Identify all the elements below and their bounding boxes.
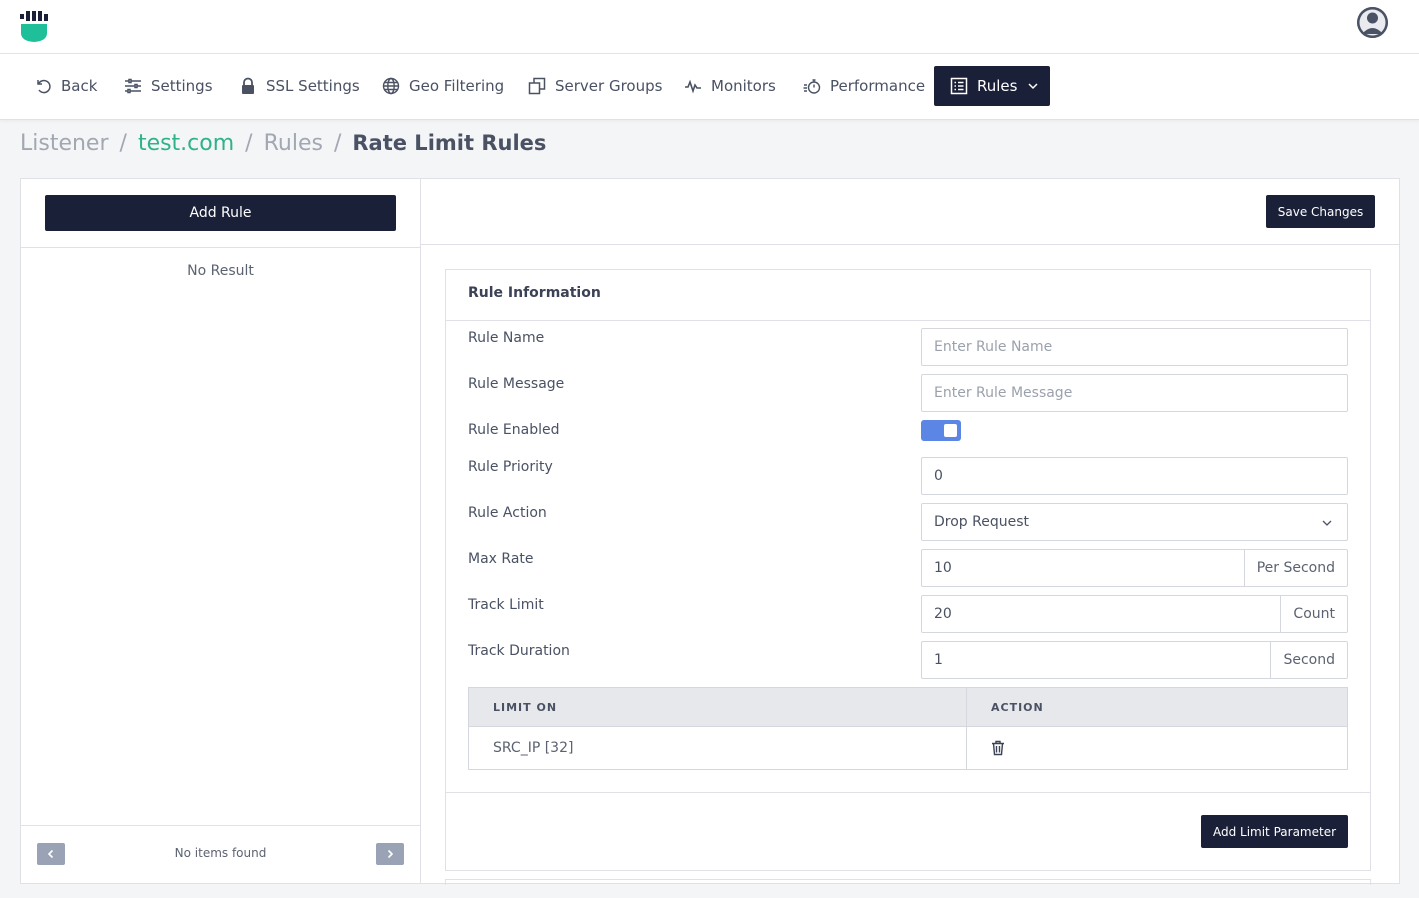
toggle-knob <box>944 424 957 437</box>
nav-ssl-settings-label: SSL Settings <box>266 77 360 95</box>
track-duration-input[interactable]: 1 <box>922 642 1270 678</box>
track-limit-group: 20 Count <box>921 595 1348 633</box>
nav-server-groups-label: Server Groups <box>555 77 663 95</box>
rule-action-label: Rule Action <box>468 505 547 521</box>
editor-header: Save Changes <box>421 179 1399 245</box>
lock-icon <box>242 77 254 94</box>
nav-monitors[interactable]: Monitors <box>684 66 776 106</box>
chevron-left-icon <box>47 849 54 859</box>
max-rate-unit: Per Second <box>1243 550 1347 586</box>
nav-rules[interactable]: Rules <box>934 66 1050 106</box>
rule-name-input[interactable]: Enter Rule Name <box>921 328 1348 366</box>
rule-information-card: Rule Information Rule Name Enter Rule Na… <box>445 269 1371 871</box>
max-rate-group: 10 Per Second <box>921 549 1348 587</box>
next-card-edge <box>445 879 1371 885</box>
track-duration-group: 1 Second <box>921 641 1348 679</box>
add-rule-button[interactable]: Add Rule <box>45 195 396 231</box>
track-limit-input[interactable]: 20 <box>922 596 1280 632</box>
breadcrumb-separator: / <box>119 131 127 156</box>
list-icon <box>950 77 968 95</box>
breadcrumb-rules[interactable]: Rules <box>264 131 323 156</box>
next-page-button[interactable] <box>376 843 404 865</box>
rule-name-label: Rule Name <box>468 330 545 346</box>
rule-enabled-toggle[interactable] <box>921 420 961 441</box>
sliders-icon <box>125 78 141 94</box>
pagination: No items found <box>21 825 420 883</box>
save-changes-button[interactable]: Save Changes <box>1266 195 1375 228</box>
limit-parameters-table: LIMIT ON ACTION SRC_IP [32] <box>468 687 1348 770</box>
listener-nav: Back Settings SSL Settings Geo Filtering… <box>0 54 1419 120</box>
add-limit-parameter-button[interactable]: Add Limit Parameter <box>1201 815 1348 848</box>
nav-server-groups[interactable]: Server Groups <box>528 66 662 106</box>
divider <box>446 792 1370 793</box>
column-header-limit-on: LIMIT ON <box>469 688 967 726</box>
stopwatch-icon <box>803 79 821 94</box>
chevron-down-icon <box>1028 83 1038 90</box>
rule-action-select[interactable]: Drop Request <box>921 503 1348 541</box>
pagination-status: No items found <box>174 846 267 860</box>
breadcrumb-domain-link[interactable]: test.com <box>138 131 234 156</box>
chevron-right-icon <box>387 849 394 859</box>
nav-back-label: Back <box>61 77 98 95</box>
breadcrumb-separator: / <box>245 131 253 156</box>
top-bar <box>0 0 1419 54</box>
nav-geo-filtering[interactable]: Geo Filtering <box>382 66 504 106</box>
rule-priority-label: Rule Priority <box>468 459 553 475</box>
copy-icon <box>528 77 546 95</box>
limit-on-cell: SRC_IP [32] <box>469 727 967 769</box>
nav-back[interactable]: Back <box>34 66 97 106</box>
divider <box>446 320 1370 321</box>
rule-editor-pane: Save Changes Rule Information Rule Name … <box>421 179 1399 885</box>
user-icon <box>1357 7 1388 38</box>
action-cell <box>967 727 1347 769</box>
nav-monitors-label: Monitors <box>711 77 776 95</box>
max-rate-input[interactable]: 10 <box>922 550 1244 586</box>
rule-enabled-label: Rule Enabled <box>468 422 560 438</box>
breadcrumb-separator: / <box>333 131 342 156</box>
page-title: Rate Limit Rules <box>352 131 547 155</box>
rule-message-label: Rule Message <box>468 376 565 392</box>
rules-panel: Add Rule No Result No items found Save C… <box>20 178 1400 885</box>
table-row: SRC_IP [32] <box>469 727 1347 769</box>
globe-icon <box>382 77 400 95</box>
track-duration-unit: Second <box>1270 642 1347 678</box>
track-limit-label: Track Limit <box>468 597 544 613</box>
nav-performance-label: Performance <box>830 77 926 95</box>
undo-icon <box>37 79 51 94</box>
track-limit-unit: Count <box>1280 596 1347 632</box>
nav-geo-filtering-label: Geo Filtering <box>409 77 505 95</box>
nav-ssl-settings[interactable]: SSL Settings <box>239 66 360 106</box>
rule-message-input[interactable]: Enter Rule Message <box>921 374 1348 412</box>
prev-page-button[interactable] <box>37 843 65 865</box>
user-avatar[interactable] <box>1357 7 1388 38</box>
nav-rules-label: Rules <box>977 77 1018 95</box>
breadcrumb-listener[interactable]: Listener <box>20 131 109 156</box>
chevron-down-icon <box>1322 520 1332 526</box>
empty-state-text: No Result <box>187 263 254 279</box>
pulse-icon <box>685 79 701 94</box>
breadcrumb: Listener / test.com / Rules / Rate Limit… <box>20 131 546 156</box>
nav-settings-label: Settings <box>151 77 213 95</box>
table-header: LIMIT ON ACTION <box>469 688 1347 727</box>
nav-settings[interactable]: Settings <box>124 66 213 106</box>
rule-priority-input[interactable]: 0 <box>921 457 1348 495</box>
rule-action-value: Drop Request <box>934 514 1029 530</box>
column-header-action: ACTION <box>991 700 1044 714</box>
card-title: Rule Information <box>468 285 601 301</box>
logo-icon[interactable] <box>20 11 48 43</box>
rule-list-pane: Add Rule No Result No items found <box>21 179 421 883</box>
trash-icon[interactable] <box>991 740 1005 756</box>
track-duration-label: Track Duration <box>468 643 570 659</box>
max-rate-label: Max Rate <box>468 551 534 567</box>
nav-performance[interactable]: Performance <box>803 66 925 106</box>
divider <box>21 247 420 248</box>
